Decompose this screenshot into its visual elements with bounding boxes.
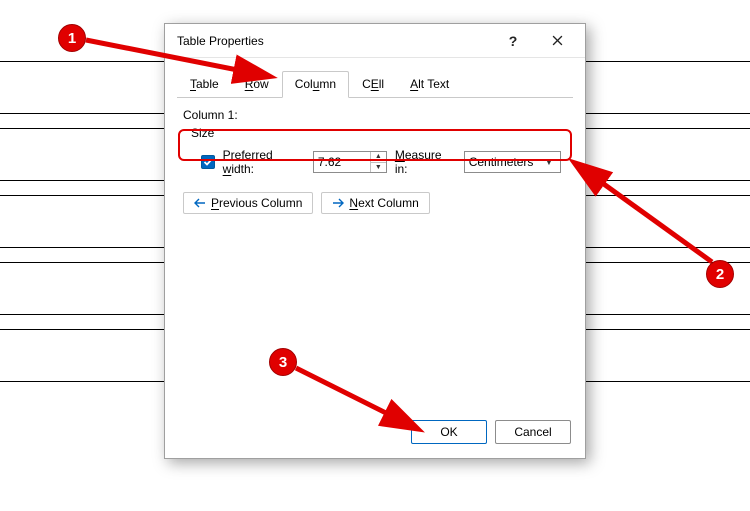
spinner-arrows: ▲ ▼	[370, 152, 386, 172]
width-input[interactable]	[314, 152, 370, 172]
annotation-marker-1: 1	[58, 24, 86, 52]
previous-column-button[interactable]: Previous Column	[183, 192, 313, 214]
chevron-down-icon: ▼	[542, 158, 556, 167]
dialog-titlebar: Table Properties ?	[165, 24, 585, 58]
tab-alt-text[interactable]: Alt Text	[397, 71, 462, 98]
cancel-button[interactable]: Cancel	[495, 420, 571, 444]
annotation-marker-3: 3	[269, 348, 297, 376]
table-properties-dialog: Table Properties ? Table Row Column CEll…	[164, 23, 586, 459]
measure-in-value: Centimeters	[469, 155, 542, 169]
dialog-title: Table Properties	[177, 34, 491, 48]
size-row: Preferred width: ▲ ▼ Measure in: Centime…	[183, 142, 569, 182]
width-spinner[interactable]: ▲ ▼	[313, 151, 387, 173]
preferred-width-checkbox[interactable]	[201, 155, 215, 169]
check-icon	[203, 157, 213, 167]
close-button[interactable]	[535, 26, 579, 56]
help-button[interactable]: ?	[491, 26, 535, 56]
dialog-footer: OK Cancel	[165, 410, 585, 458]
annotation-marker-2: 2	[706, 260, 734, 288]
tab-table[interactable]: Table	[177, 71, 232, 98]
dialog-tabs: Table Row Column CEll Alt Text	[177, 70, 573, 98]
size-group-label: Size	[191, 126, 569, 140]
dialog-body: Column 1: Size Preferred width: ▲ ▼ Meas…	[165, 98, 585, 410]
column-nav-row: Previous Column Next Column	[183, 192, 569, 214]
ok-button[interactable]: OK	[411, 420, 487, 444]
tab-column[interactable]: Column	[282, 71, 349, 98]
measure-in-label: Measure in:	[395, 148, 456, 176]
tab-row[interactable]: Row	[232, 71, 282, 98]
measure-in-select[interactable]: Centimeters ▼	[464, 151, 561, 173]
arrow-right-icon	[332, 198, 344, 208]
close-icon	[552, 35, 563, 46]
next-column-button[interactable]: Next Column	[321, 192, 429, 214]
column-number-label: Column 1:	[183, 108, 569, 122]
arrow-left-icon	[194, 198, 206, 208]
preferred-width-label: Preferred width:	[223, 148, 305, 176]
tab-cell[interactable]: CEll	[349, 71, 397, 98]
spinner-up-icon[interactable]: ▲	[371, 152, 386, 163]
spinner-down-icon[interactable]: ▼	[371, 163, 386, 173]
